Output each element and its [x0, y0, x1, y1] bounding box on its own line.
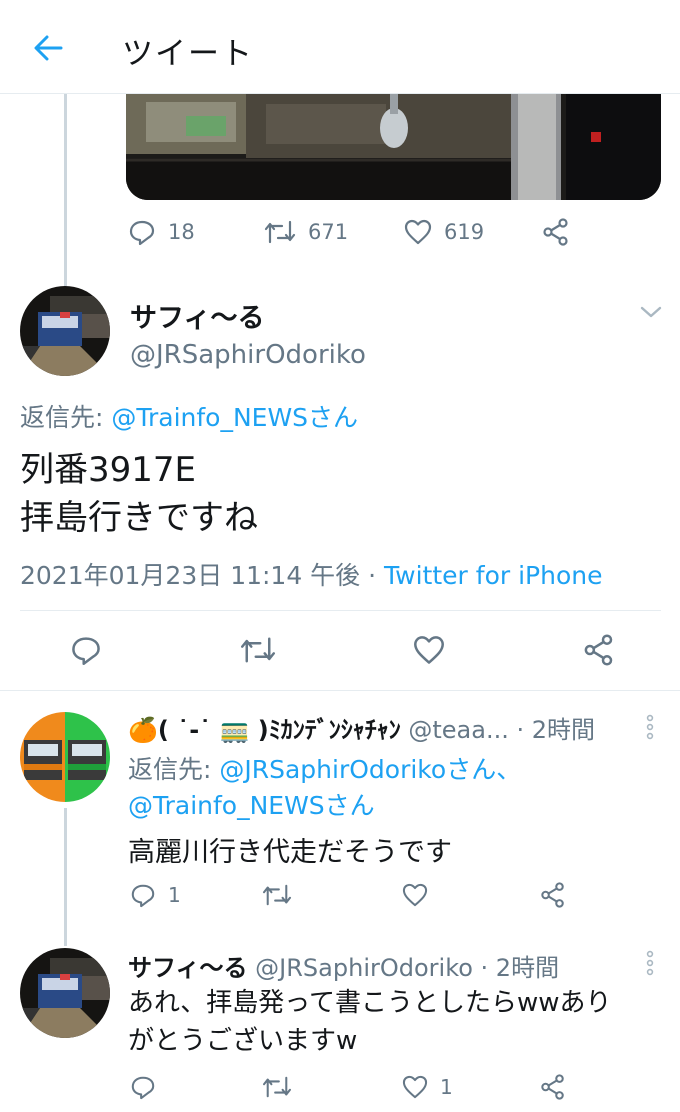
thread-line-top	[64, 94, 67, 286]
reply-to-user-link[interactable]: @Trainfo_NEWSさん	[128, 788, 521, 824]
back-button[interactable]	[28, 30, 68, 66]
retweet-count: 671	[308, 220, 349, 244]
tweet-source-link[interactable]: Twitter for iPhone	[384, 561, 602, 590]
main-tweet-actions	[70, 634, 615, 666]
reply2-name[interactable]: サフィ〜る	[128, 954, 248, 982]
train-avatar-image	[20, 948, 110, 1038]
share-icon	[541, 882, 564, 908]
tweet-timestamp[interactable]: 2021年01月23日 11:14 午後 ·	[20, 561, 384, 590]
reply2-text-line1: あれ、拝島発って書こうとしたらwwあり	[128, 988, 612, 1018]
share-button[interactable]	[542, 218, 570, 246]
retweet-icon	[262, 1076, 292, 1098]
reply-to-label: 返信先:	[20, 403, 112, 432]
reply-button[interactable]	[70, 634, 102, 666]
retweet-icon	[264, 220, 296, 244]
reply-icon	[72, 637, 100, 665]
avatar[interactable]	[20, 286, 110, 376]
reply-icon	[131, 884, 155, 908]
reply-button[interactable]: 1	[130, 882, 262, 908]
like-count: 1	[440, 1075, 453, 1099]
train-window-photo	[126, 94, 661, 200]
reply-to-user-link[interactable]: @JRSaphirOdorikoさん、	[219, 755, 521, 784]
reply-to-user-link[interactable]: @Trainfo_NEWSさん	[111, 403, 358, 432]
retweet-button[interactable]: 671	[264, 218, 404, 246]
reply-icon	[129, 220, 155, 246]
share-icon	[541, 1074, 564, 1100]
reply-count: 18	[168, 220, 195, 244]
reply1-name[interactable]: 🍊( ˙-˙ 🚃 )ﾐｶﾝﾃﾞﾝｼｬﾁｬﾝ	[128, 716, 401, 744]
more-options-button[interactable]	[644, 714, 656, 740]
retweet-button[interactable]	[262, 1074, 402, 1100]
reply2-handle[interactable]: @JRSaphirOdoriko	[255, 954, 473, 982]
like-count: 619	[444, 220, 485, 244]
reply1-actions: 1	[130, 882, 566, 908]
vertical-dots-icon	[646, 950, 654, 976]
like-button[interactable]: 619	[404, 219, 542, 245]
retweet-icon	[240, 637, 275, 663]
reply2-text: あれ、拝島発って書こうとしたらwwあり がとうございますw	[128, 984, 612, 1060]
share-button[interactable]	[540, 882, 566, 908]
page-title: ツイート	[122, 36, 254, 72]
reply1-header: 🍊( ˙-˙ 🚃 )ﾐｶﾝﾃﾞﾝｼｬﾁｬﾝ @teaa... · 2時間	[128, 710, 648, 745]
main-tweet-text-line1: 列番3917E	[20, 450, 197, 490]
chevron-down-icon	[640, 306, 662, 318]
reply-to-label: 返信先:	[128, 755, 220, 784]
reply-count: 1	[168, 883, 181, 907]
reply-icon	[131, 1076, 155, 1100]
divider	[0, 690, 680, 691]
retweet-button[interactable]	[262, 882, 402, 908]
heart-icon	[404, 219, 432, 245]
share-icon	[584, 634, 613, 666]
share-button[interactable]	[583, 634, 615, 666]
orange-green-train-avatar-image	[20, 712, 110, 802]
main-tweet-handle[interactable]: @JRSaphirOdoriko	[130, 340, 366, 370]
heart-icon	[402, 1075, 428, 1099]
reply2-text-line2: がとうございますw	[128, 1026, 358, 1056]
reply2-header: サフィ〜る @JRSaphirOdoriko · 2時間	[128, 948, 648, 983]
thread-line-replies	[64, 808, 67, 946]
reply-button[interactable]	[130, 1074, 262, 1100]
like-button[interactable]: 1	[402, 1075, 540, 1099]
retweet-button[interactable]	[240, 634, 276, 666]
main-tweet-name[interactable]: サフィ〜る	[130, 296, 264, 335]
more-options-button[interactable]	[644, 950, 656, 976]
share-button[interactable]	[540, 1074, 566, 1100]
main-tweet-text: 列番3917E 拝島行きですね	[20, 446, 258, 542]
header-bar: ツイート	[0, 0, 680, 94]
reply-button[interactable]: 18	[128, 218, 264, 246]
train-avatar-image	[20, 286, 110, 376]
avatar[interactable]	[20, 948, 110, 1038]
main-tweet-text-line2: 拝島行きですね	[20, 498, 258, 538]
tweet-options-button[interactable]	[638, 302, 666, 324]
prev-tweet-actions: 18 671 619	[128, 218, 570, 246]
reply1-time[interactable]: · 2時間	[509, 716, 595, 744]
reply2-actions: 1	[130, 1074, 566, 1100]
heart-icon	[414, 636, 445, 664]
like-button[interactable]	[413, 635, 445, 665]
reply1-reply-to: 返信先: @JRSaphirOdorikoさん、 @Trainfo_NEWSさん	[128, 752, 521, 824]
reply1-handle[interactable]: @teaa...	[408, 716, 508, 744]
divider	[20, 610, 661, 611]
reply1-text: 高麗川行き代走だそうです	[128, 837, 452, 868]
tweet-media-image[interactable]	[126, 94, 661, 200]
tweet-timestamp-line: 2021年01月23日 11:14 午後 · Twitter for iPhon…	[20, 556, 602, 592]
retweet-icon	[262, 884, 292, 906]
reply2-time[interactable]: · 2時間	[473, 954, 560, 982]
reply-to-line: 返信先: @Trainfo_NEWSさん	[20, 398, 358, 434]
share-icon	[543, 218, 568, 246]
back-arrow-icon	[34, 35, 63, 61]
like-button[interactable]	[402, 883, 540, 907]
heart-icon	[402, 883, 428, 907]
avatar[interactable]	[20, 712, 110, 802]
vertical-dots-icon	[646, 714, 654, 740]
